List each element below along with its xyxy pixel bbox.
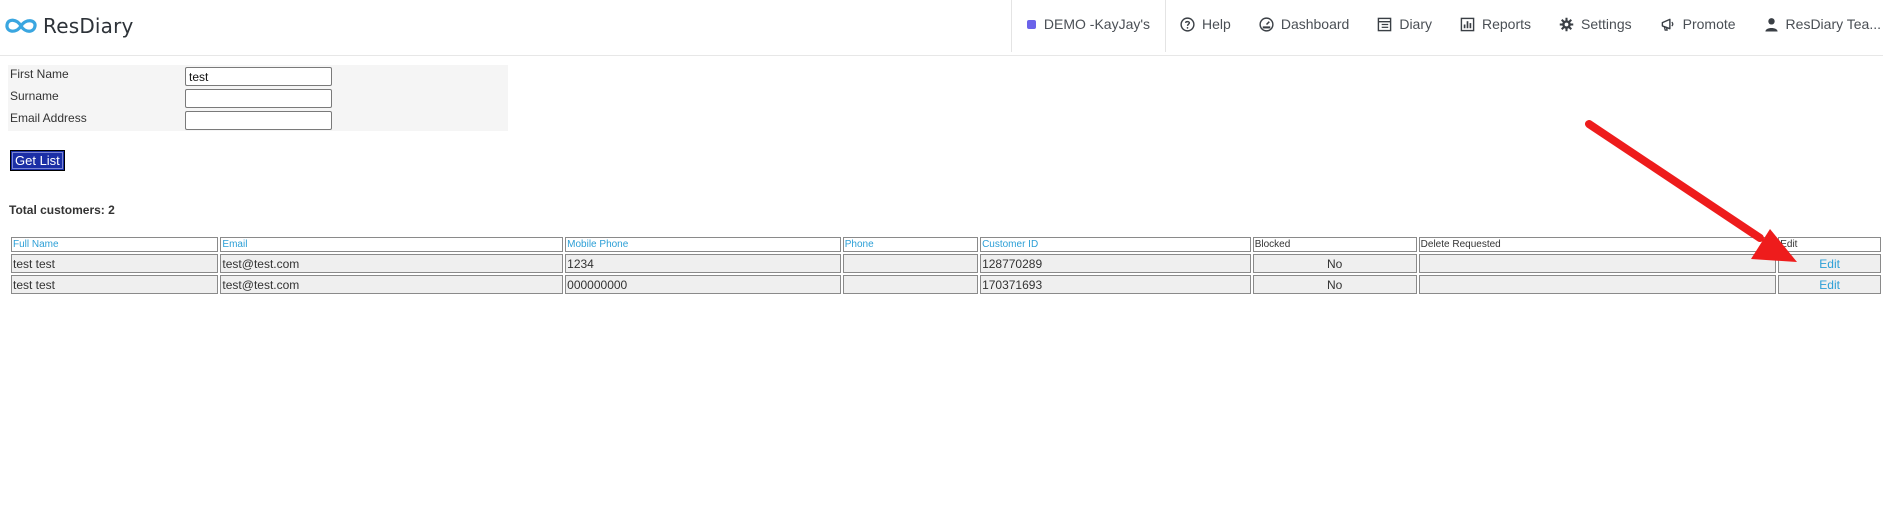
column-header-edit: Edit	[1778, 237, 1881, 252]
edit-link[interactable]: Edit	[1819, 257, 1840, 271]
column-header-blocked: Blocked	[1252, 237, 1417, 252]
table-header-row: Full Name Email Mobile Phone Phone Custo…	[11, 237, 1881, 252]
cell-email: test@test.com	[220, 254, 564, 273]
column-header-mobile-phone[interactable]: Mobile Phone	[565, 237, 841, 252]
cell-delete-requested	[1418, 254, 1777, 273]
nav-reports[interactable]: Reports	[1446, 0, 1545, 48]
email-row: Email Address	[8, 109, 508, 131]
customer-search-form: First Name Surname Email Address	[8, 65, 508, 131]
surname-label: Surname	[10, 89, 59, 103]
resdiary-logo[interactable]: ResDiary	[4, 12, 134, 40]
help-icon	[1180, 16, 1195, 32]
table-row: test test test@test.com 000000000 170371…	[11, 275, 1881, 294]
surname-row: Surname	[8, 87, 508, 109]
cell-mobile-phone: 1234	[565, 254, 841, 273]
nav-promote[interactable]: Promote	[1646, 0, 1750, 48]
venue-status-dot	[1026, 19, 1036, 29]
cell-edit: Edit	[1778, 254, 1881, 273]
venue-name: DEMO -KayJay's	[1043, 16, 1151, 32]
logo-text: ResDiary	[43, 14, 134, 38]
cell-mobile-phone: 000000000	[565, 275, 841, 294]
nav-dashboard[interactable]: Dashboard	[1245, 0, 1364, 48]
nav-reports-label: Reports	[1482, 16, 1532, 32]
megaphone-icon	[1661, 18, 1674, 31]
nav-settings[interactable]: Settings	[1545, 0, 1646, 48]
first-name-input[interactable]	[185, 67, 332, 86]
diary-icon	[1378, 17, 1392, 31]
main-nav: DEMO -KayJay's Help Dashboard Diary Repo…	[1010, 0, 1883, 52]
nav-user-label: ResDiary Tea...	[1785, 16, 1881, 32]
email-input[interactable]	[185, 111, 332, 130]
cell-blocked: No	[1252, 275, 1417, 294]
venue-selector[interactable]: DEMO -KayJay's	[1010, 0, 1167, 52]
cell-customer-id: 128770289	[980, 254, 1251, 273]
total-customers-text: Total customers: 2	[9, 203, 115, 217]
cell-full-name: test test	[11, 275, 219, 294]
logo-icon	[5, 18, 37, 33]
column-header-email[interactable]: Email	[220, 237, 564, 252]
column-header-customer-id[interactable]: Customer ID	[980, 237, 1251, 252]
first-name-label: First Name	[10, 67, 69, 81]
nav-help-label: Help	[1202, 16, 1231, 32]
nav-diary[interactable]: Diary	[1363, 0, 1446, 48]
email-label: Email Address	[10, 111, 87, 125]
nav-settings-label: Settings	[1581, 16, 1632, 32]
edit-link[interactable]: Edit	[1819, 278, 1840, 292]
column-header-phone[interactable]: Phone	[842, 237, 979, 252]
cell-email: test@test.com	[220, 275, 564, 294]
nav-user-menu[interactable]: ResDiary Tea...	[1750, 0, 1883, 48]
top-navigation-bar: ResDiary DEMO -KayJay's Help Dashboard D…	[0, 0, 1883, 56]
surname-input[interactable]	[185, 89, 332, 108]
cell-phone	[842, 275, 979, 294]
cell-phone	[842, 254, 979, 273]
dashboard-icon	[1259, 16, 1274, 32]
nav-dashboard-label: Dashboard	[1280, 16, 1350, 32]
table-row: test test test@test.com 1234 128770289 N…	[11, 254, 1881, 273]
user-icon	[1764, 17, 1778, 32]
cell-customer-id: 170371693	[980, 275, 1251, 294]
nav-diary-label: Diary	[1399, 16, 1432, 32]
get-list-button[interactable]: Get List	[10, 150, 65, 171]
cell-blocked: No	[1252, 254, 1417, 273]
nav-help[interactable]: Help	[1166, 0, 1245, 48]
column-header-delete-requested: Delete Requested	[1418, 237, 1777, 252]
reports-icon	[1460, 17, 1475, 31]
settings-icon	[1559, 17, 1574, 31]
cell-full-name: test test	[11, 254, 219, 273]
cell-delete-requested	[1418, 275, 1777, 294]
column-header-full-name[interactable]: Full Name	[11, 237, 219, 252]
first-name-row: First Name	[8, 65, 508, 87]
customer-results-table: Full Name Email Mobile Phone Phone Custo…	[9, 235, 1883, 296]
nav-promote-label: Promote	[1682, 16, 1736, 32]
cell-edit: Edit	[1778, 275, 1881, 294]
